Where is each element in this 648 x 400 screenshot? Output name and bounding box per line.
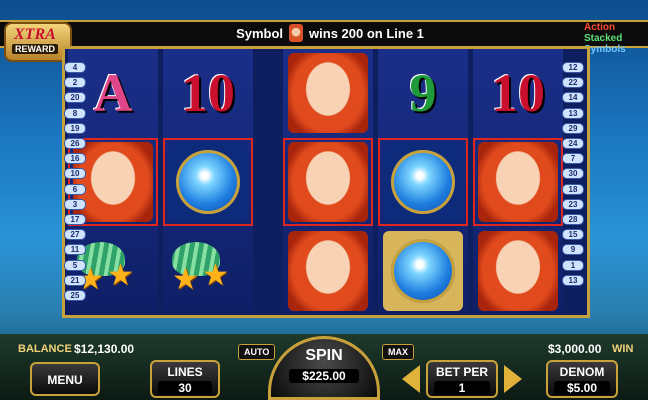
payline-number: 24 xyxy=(562,138,584,149)
shell-stars-icon: ★ ★ xyxy=(168,236,248,306)
payline-number: 8 xyxy=(64,107,86,119)
symbol-cell: 10 xyxy=(163,49,253,137)
symbol-cell xyxy=(283,49,373,137)
logo-action: Action xyxy=(584,22,616,33)
win-value: $3,000.00 xyxy=(548,342,602,356)
logo-symbols: Symbols xyxy=(584,44,626,55)
payline-number: 26 xyxy=(64,138,86,149)
payline-number: 2 xyxy=(64,77,86,89)
payline-number: 17 xyxy=(64,214,86,225)
win-message-prefix: Symbol xyxy=(236,25,284,41)
denom-label: DENOM xyxy=(559,365,605,379)
payline-number: 4 xyxy=(64,62,86,73)
mermaid-symbol-icon xyxy=(478,231,558,311)
symbol-letter: A xyxy=(93,63,133,123)
crystal-orb-icon xyxy=(391,150,455,214)
symbol-cell-winning xyxy=(378,138,468,226)
payline-number: 22 xyxy=(562,77,584,89)
balance-label: BALANCE xyxy=(18,343,72,355)
payline-number: 19 xyxy=(64,122,86,134)
logo-reward-text: REWARD xyxy=(12,44,58,54)
reel-3 xyxy=(283,49,373,315)
reel-4: 9 xyxy=(378,49,468,315)
reel-5: 10 xyxy=(473,49,563,315)
payline-number: 1 xyxy=(562,259,584,271)
lines-button[interactable]: LINES 30 xyxy=(150,360,220,398)
payline-number: 12 xyxy=(562,62,584,73)
symbol-cell: 9 xyxy=(378,49,468,137)
symbol-cell: ★ ★ xyxy=(68,227,158,315)
payline-number: 18 xyxy=(562,183,584,195)
reel-frame: A ★ ★ 10 ★ ★ 9 10 xyxy=(62,46,590,318)
crystal-orb-icon xyxy=(176,150,240,214)
action-stacked-symbols-logo: Action Stacked Symbols xyxy=(584,22,646,56)
crystal-orb-icon xyxy=(391,239,455,303)
spin-label: SPIN xyxy=(305,347,343,364)
reel-2: 10 ★ ★ xyxy=(163,49,253,315)
payline-number: 30 xyxy=(562,168,584,180)
payline-number: 14 xyxy=(562,92,584,104)
logo-stacked: Stacked xyxy=(584,33,623,44)
symbol-cell xyxy=(473,227,563,315)
symbol-cell-winning xyxy=(163,138,253,226)
mermaid-symbol-icon xyxy=(289,24,304,42)
payline-number: 20 xyxy=(64,92,86,104)
payline-number: 9 xyxy=(562,244,584,256)
denom-value: $5.00 xyxy=(554,381,610,395)
max-bet-button[interactable]: MAX xyxy=(382,344,414,360)
payline-number: 29 xyxy=(562,122,584,134)
menu-button[interactable]: MENU xyxy=(30,362,100,396)
symbol-number: 10 xyxy=(181,63,235,123)
symbol-cell-winning xyxy=(473,138,563,226)
lines-value: 30 xyxy=(158,381,212,395)
spin-bet-value: $225.00 xyxy=(289,369,359,383)
payline-number: 7 xyxy=(562,153,584,165)
payline-number: 15 xyxy=(562,229,584,241)
payline-number: 10 xyxy=(64,168,86,180)
symbol-cell: ★ ★ xyxy=(163,227,253,315)
mermaid-symbol-icon xyxy=(288,142,368,222)
payline-number: 25 xyxy=(64,290,86,301)
symbol-cell xyxy=(283,227,373,315)
bet-per-value: 1 xyxy=(434,381,490,395)
mermaid-symbol-icon xyxy=(288,53,368,133)
symbol-cell: 10 xyxy=(473,49,563,137)
win-message-text: wins 200 on Line 1 xyxy=(309,25,424,41)
mermaid-symbol-icon xyxy=(288,231,368,311)
bet-per-button[interactable]: BET PER 1 xyxy=(426,360,498,398)
payline-number: 5 xyxy=(64,259,86,271)
bet-per-label: BET PER xyxy=(435,365,488,379)
symbol-cell-winning xyxy=(283,138,373,226)
auto-button[interactable]: AUTO xyxy=(238,344,276,360)
win-label: WIN xyxy=(612,343,634,355)
balance-value: $12,130.00 xyxy=(74,342,135,356)
symbol-cell xyxy=(378,227,468,315)
lines-label: LINES xyxy=(167,365,203,379)
payline-number: 11 xyxy=(64,244,86,256)
menu-label: MENU xyxy=(47,373,83,387)
symbol-cell-winning xyxy=(68,138,158,226)
bet-increase-arrow-icon[interactable] xyxy=(504,365,522,393)
payline-number: 21 xyxy=(64,274,86,286)
mermaid-symbol-icon xyxy=(478,142,558,222)
payline-number: 6 xyxy=(64,183,86,195)
symbol-number: 10 xyxy=(491,63,545,123)
denom-button[interactable]: DENOM $5.00 xyxy=(546,360,618,398)
payline-number: 23 xyxy=(562,198,584,210)
payline-number: 16 xyxy=(64,153,86,165)
payline-number: 13 xyxy=(562,107,584,119)
logo-xtra-text: XTRA xyxy=(14,26,56,43)
bet-decrease-arrow-icon[interactable] xyxy=(402,365,420,393)
payline-number: 27 xyxy=(64,229,86,241)
win-message: Symbol wins 200 on Line 1 xyxy=(170,22,490,44)
payline-number: 13 xyxy=(562,274,584,286)
symbol-number: 9 xyxy=(409,63,437,123)
payline-number: 28 xyxy=(562,214,584,225)
payline-number: 3 xyxy=(64,198,86,210)
